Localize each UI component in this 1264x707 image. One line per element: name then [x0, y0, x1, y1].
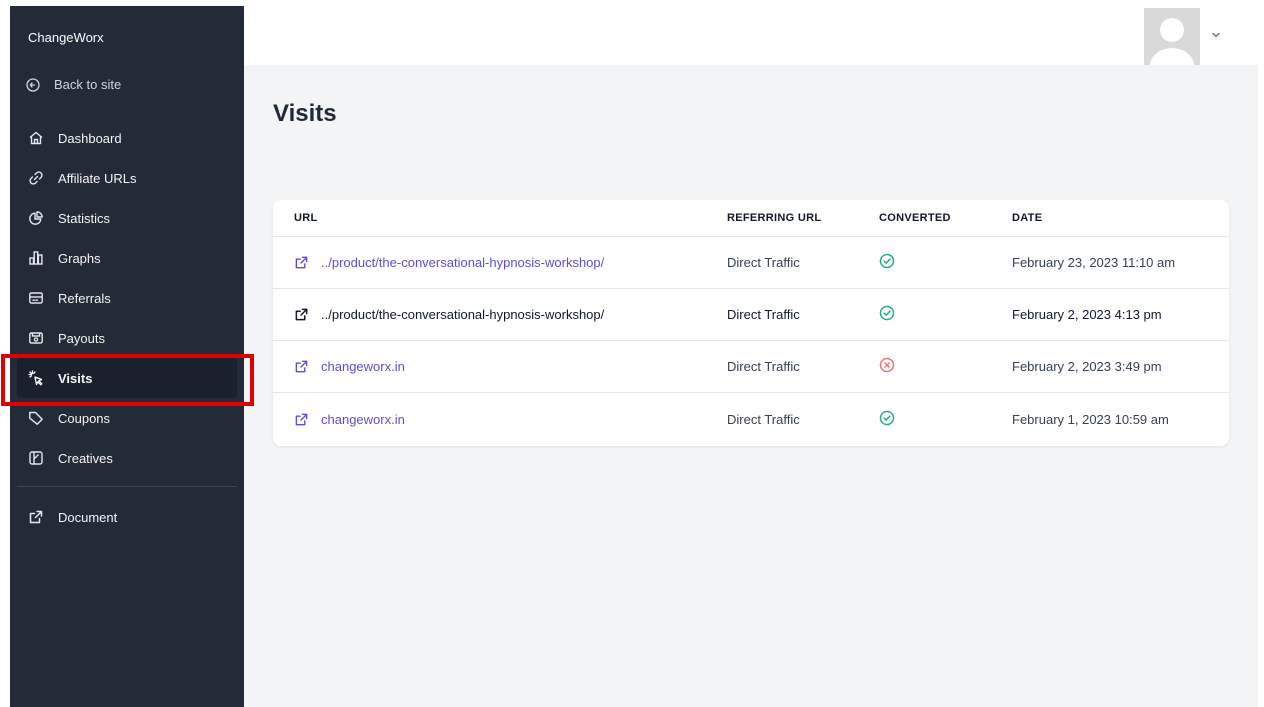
creatives-icon [28, 450, 44, 466]
sidebar-item-coupons[interactable]: Coupons [17, 398, 237, 438]
referring-url-cell: Direct Traffic [727, 307, 800, 322]
column-header-url: URL [294, 212, 318, 224]
sidebar-nav: Dashboard Affiliate URLs Statistics Grap… [17, 118, 237, 478]
check-circle-icon [879, 305, 895, 324]
visit-url-link[interactable]: changeworx.in [294, 359, 405, 374]
tag-icon [28, 410, 44, 426]
sidebar-item-label: Graphs [58, 250, 101, 266]
sidebar-item-label: Dashboard [58, 130, 122, 146]
sidebar-item-document[interactable]: Document [17, 497, 237, 537]
table-row: ../product/the-conversational-hypnosis-w… [273, 289, 1229, 341]
check-circle-icon [879, 410, 895, 429]
external-link-icon [294, 255, 309, 270]
converted-cell [879, 410, 895, 429]
sidebar-item-label: Creatives [58, 450, 113, 466]
column-header-date: DATE [1012, 212, 1043, 224]
x-circle-icon [879, 357, 895, 376]
visit-url-text: ../product/the-conversational-hypnosis-w… [321, 307, 605, 322]
sidebar-item-affiliate-urls[interactable]: Affiliate URLs [17, 158, 237, 198]
check-circle-icon [879, 253, 895, 272]
sidebar-item-referrals[interactable]: Referrals [17, 278, 237, 318]
bar-chart-icon [28, 250, 44, 266]
url-cell: changeworx.in [294, 359, 405, 374]
sidebar: ChangeWorx Back to site Dashboard Affili… [10, 6, 244, 707]
pie-chart-icon [28, 210, 44, 226]
sidebar-divider [17, 486, 237, 487]
page-title: Visits [273, 100, 337, 127]
visit-url-link[interactable]: ../product/the-conversational-hypnosis-w… [294, 255, 604, 270]
sidebar-item-graphs[interactable]: Graphs [17, 238, 237, 278]
url-cell: ../product/the-conversational-hypnosis-w… [294, 255, 604, 270]
date-cell: February 2, 2023 4:13 pm [1012, 307, 1162, 322]
date-cell: February 1, 2023 10:59 am [1012, 411, 1169, 427]
sidebar-item-label: Statistics [58, 210, 111, 226]
date-cell: February 2, 2023 3:49 pm [1012, 359, 1162, 374]
visit-url-text: changeworx.in [321, 411, 405, 427]
home-icon [28, 130, 44, 146]
app-frame: ChangeWorx Back to site Dashboard Affili… [10, 6, 1258, 707]
sidebar-item-label: Coupons [58, 410, 111, 426]
back-to-site-label: Back to site [54, 77, 122, 92]
sidebar-item-label: Affiliate URLs [58, 170, 137, 186]
visits-table: URL REFERRING URL CONVERTED DATE ../prod… [273, 200, 1229, 446]
url-cell: changeworx.in [294, 412, 405, 427]
table-row: ../product/the-conversational-hypnosis-w… [273, 237, 1229, 289]
arrow-left-circle-icon [26, 77, 40, 92]
table-row: changeworx.in Direct Traffic February 1,… [273, 393, 1229, 445]
payouts-icon [28, 330, 44, 346]
converted-cell [879, 305, 895, 324]
external-link-icon [294, 412, 309, 427]
column-header-converted: CONVERTED [879, 212, 951, 224]
table-row: changeworx.in Direct Traffic February 2,… [273, 341, 1229, 393]
brand-name: ChangeWorx [28, 30, 104, 45]
back-to-site-link[interactable]: Back to site [26, 77, 121, 92]
sidebar-item-label: Visits [58, 370, 93, 386]
sidebar-item-dashboard[interactable]: Dashboard [17, 118, 237, 158]
visit-url-link[interactable]: ../product/the-conversational-hypnosis-w… [294, 307, 604, 322]
sidebar-item-payouts[interactable]: Payouts [17, 318, 237, 358]
chevron-down-icon[interactable] [1210, 28, 1222, 40]
referring-url-cell: Direct Traffic [727, 359, 800, 374]
link-icon [28, 170, 44, 186]
sidebar-document-section: Document [17, 497, 237, 537]
user-avatar[interactable] [1144, 8, 1200, 65]
external-link-icon [28, 509, 44, 525]
visit-url-text: ../product/the-conversational-hypnosis-w… [321, 255, 605, 270]
sidebar-item-creatives[interactable]: Creatives [17, 438, 237, 478]
referring-url-cell: Direct Traffic [727, 255, 800, 270]
sidebar-item-label: Payouts [58, 330, 105, 346]
referrals-icon [28, 290, 44, 306]
column-header-referring-url: REFERRING URL [727, 212, 822, 224]
cursor-click-icon [28, 370, 44, 386]
sidebar-item-label: Document [58, 509, 118, 525]
visit-url-link[interactable]: changeworx.in [294, 412, 405, 427]
url-cell: ../product/the-conversational-hypnosis-w… [294, 307, 604, 322]
converted-cell [879, 357, 895, 376]
table-header: URL REFERRING URL CONVERTED DATE [273, 200, 1229, 237]
sidebar-item-statistics[interactable]: Statistics [17, 198, 237, 238]
sidebar-item-visits[interactable]: Visits [17, 358, 237, 398]
converted-cell [879, 253, 895, 272]
referring-url-cell: Direct Traffic [727, 411, 800, 427]
date-cell: February 23, 2023 11:10 am [1012, 255, 1176, 270]
external-link-icon [294, 307, 309, 322]
external-link-icon [294, 359, 309, 374]
visit-url-text: changeworx.in [321, 359, 405, 374]
sidebar-item-label: Referrals [58, 290, 111, 306]
top-bar [244, 6, 1258, 65]
